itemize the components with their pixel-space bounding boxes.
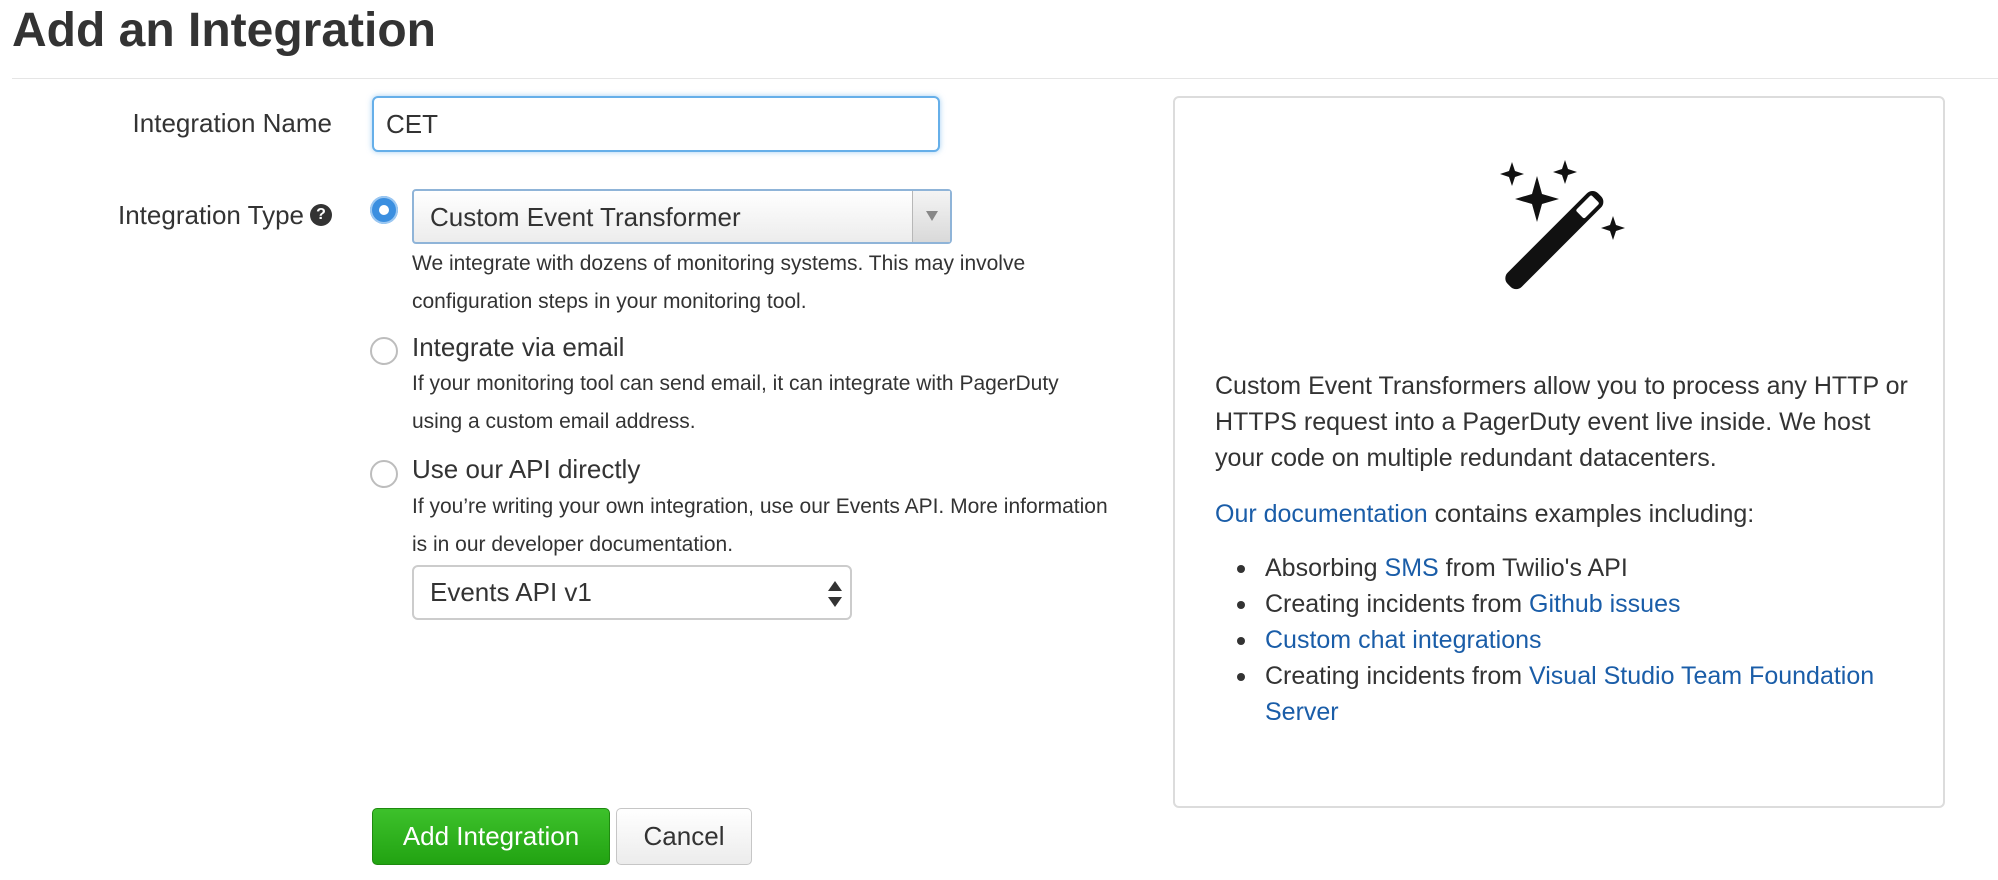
- add-integration-page: Add an Integration Integration Name Inte…: [0, 0, 1998, 880]
- question-circle-icon[interactable]: ?: [310, 204, 332, 226]
- list-item: Absorbing SMS from Twilio's API: [1215, 550, 1915, 586]
- integration-combo-select[interactable]: Custom Event Transformer: [412, 189, 952, 244]
- cet-description: We integrate with dozens of monitoring s…: [412, 252, 1026, 313]
- info-panel: Custom Event Transformers allow you to p…: [1173, 96, 1945, 808]
- events-api-version-select[interactable]: Events API v1: [412, 565, 852, 620]
- combo-selected-value: Custom Event Transformer: [430, 202, 741, 232]
- docs-suffix-text: contains examples including:: [1427, 500, 1755, 528]
- caret-down-icon: [926, 211, 938, 221]
- email-description: If your monitoring tool can send email, …: [412, 372, 1059, 433]
- list-item: Custom chat integrations: [1215, 622, 1915, 658]
- list-item-text: Absorbing: [1265, 554, 1385, 582]
- radio-integrate-via-email[interactable]: [370, 337, 398, 365]
- list-item-text: from Twilio's API: [1438, 554, 1628, 582]
- custom-chat-integrations-link[interactable]: Custom chat integrations: [1265, 626, 1542, 654]
- examples-list: Absorbing SMS from Twilio's API Creating…: [1215, 550, 1915, 730]
- list-item-text: Creating incidents from: [1265, 662, 1530, 690]
- github-issues-link[interactable]: Github issues: [1529, 590, 1680, 618]
- panel-docs-line: Our documentation contains examples incl…: [1215, 496, 1925, 532]
- list-item: Creating incidents from Github issues: [1215, 586, 1915, 622]
- cancel-button[interactable]: Cancel: [616, 808, 752, 865]
- select-arrows-icon: [828, 581, 842, 607]
- integration-name-label: Integration Name: [132, 108, 332, 138]
- list-item-text: Creating incidents from: [1265, 590, 1530, 618]
- page-title: Add an Integration: [12, 4, 436, 57]
- sms-link[interactable]: SMS: [1385, 554, 1439, 582]
- panel-description: Custom Event Transformers allow you to p…: [1215, 372, 1908, 472]
- radio-custom-event-transformer[interactable]: [370, 196, 398, 224]
- api-select-value: Events API v1: [430, 577, 592, 607]
- magic-wand-icon: [1500, 160, 1625, 290]
- list-item: Creating incidents from Visual Studio Te…: [1215, 658, 1915, 730]
- radio-use-api-directly[interactable]: [370, 460, 398, 488]
- integration-type-label: Integration Type: [118, 200, 304, 230]
- email-option-title[interactable]: Integrate via email: [412, 331, 624, 363]
- integration-name-input[interactable]: [372, 96, 940, 152]
- documentation-link[interactable]: Our documentation: [1215, 500, 1428, 528]
- combo-dropdown-button[interactable]: [912, 191, 950, 242]
- api-option-title[interactable]: Use our API directly: [412, 453, 640, 485]
- title-divider: [12, 78, 1998, 79]
- api-description: If you’re writing your own integration, …: [412, 495, 1108, 556]
- add-integration-button[interactable]: Add Integration: [372, 808, 610, 865]
